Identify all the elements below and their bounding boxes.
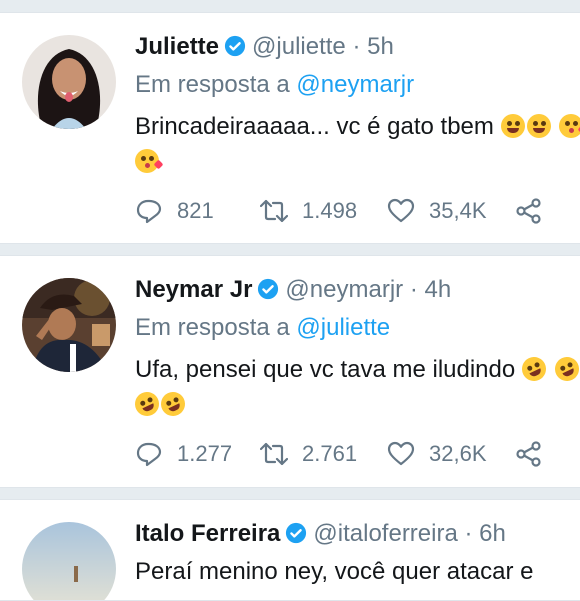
tweet-text: Peraí menino ney, você quer atacar e — [135, 557, 533, 587]
like-button[interactable]: 32,6K — [387, 436, 487, 472]
author-handle[interactable]: @italoferreira — [313, 520, 457, 547]
like-count: 32,6K — [429, 441, 487, 466]
tweet-actions: 821 1.498 35,4K — [135, 193, 580, 229]
share-button[interactable] — [515, 436, 557, 472]
retweet-button[interactable]: 2.761 — [260, 436, 357, 472]
reply-icon — [136, 442, 162, 467]
separator: · — [409, 276, 418, 303]
separator: · — [464, 520, 473, 547]
kissing-heart-emoji-icon — [559, 114, 580, 138]
author-handle[interactable]: @neymarjr — [285, 276, 403, 303]
reply-button[interactable]: 821 — [135, 193, 214, 229]
tweet-text: Ufa, pensei que vc tava me iludindo — [131, 352, 580, 422]
tweet-text-content: Ufa, pensei que vc tava me iludindo — [135, 356, 516, 383]
like-icon — [387, 441, 415, 466]
reply-prefix: Em resposta a — [135, 314, 290, 341]
tweet-header: Juliette @juliette · 5h — [135, 32, 394, 62]
reply-count: 821 — [177, 198, 214, 223]
retweet-button[interactable]: 1.498 — [260, 193, 357, 229]
timestamp[interactable]: 5h — [367, 33, 394, 60]
reply-context: Em resposta a @juliette — [135, 313, 390, 343]
kissing-heart-emoji-icon — [135, 149, 159, 173]
retweet-icon — [260, 199, 288, 223]
author-name[interactable]: Juliette — [135, 33, 219, 60]
rolling-laughing-emoji-icon — [550, 353, 580, 385]
rolling-laughing-emoji-icon — [517, 353, 550, 385]
reply-context: Em resposta a @neymarjr — [135, 70, 414, 100]
rolling-laughing-emoji-icon — [157, 388, 189, 420]
avatar[interactable] — [22, 278, 116, 372]
timestamp[interactable]: 6h — [479, 520, 506, 547]
share-icon — [516, 198, 541, 224]
tweet-text: Brincadeiraaaaa... vc é gato tbem — [135, 109, 580, 179]
retweet-count: 2.761 — [302, 441, 358, 466]
verified-badge-icon — [286, 522, 307, 544]
avatar[interactable] — [22, 35, 116, 129]
author-name[interactable]: Neymar Jr — [135, 276, 252, 303]
tweet-card[interactable]: Juliette @juliette · 5h Em resposta a @ne… — [0, 12, 580, 244]
tweet-header: Neymar Jr @neymarjr · 4h — [135, 275, 451, 305]
verified-badge-icon — [258, 278, 279, 300]
tweet-card[interactable]: Neymar Jr @neymarjr · 4h Em resposta a @j… — [0, 255, 580, 488]
author-name[interactable]: Italo Ferreira — [135, 520, 280, 547]
like-icon — [387, 198, 415, 223]
separator: · — [352, 33, 361, 60]
verified-badge-icon — [224, 35, 246, 57]
winking-tongue-emoji-icon — [500, 114, 525, 138]
avatar[interactable] — [22, 522, 116, 600]
like-count: 35,4K — [429, 198, 487, 223]
mention-link[interactable]: @neymarjr — [296, 71, 414, 98]
author-handle[interactable]: @juliette — [252, 33, 346, 60]
winking-tongue-emoji-icon — [526, 114, 551, 138]
reply-button[interactable]: 1.277 — [135, 436, 232, 472]
like-button[interactable]: 35,4K — [387, 193, 487, 229]
reply-count: 1.277 — [177, 441, 233, 466]
timestamp[interactable]: 4h — [424, 276, 451, 303]
reply-icon — [136, 199, 162, 224]
retweet-count: 1.498 — [302, 198, 358, 223]
tweet-actions: 1.277 2.761 32,6K — [135, 436, 580, 472]
share-button[interactable] — [515, 193, 557, 229]
tweet-card[interactable]: Italo Ferreira @italoferreira · 6h Peraí … — [0, 499, 580, 601]
rolling-laughing-emoji-icon — [131, 388, 163, 420]
tweet-text-content: Brincadeiraaaaa... vc é gato tbem — [135, 113, 494, 140]
share-icon — [516, 441, 541, 467]
reply-prefix: Em resposta a — [135, 71, 290, 98]
tweet-header: Italo Ferreira @italoferreira · 6h — [135, 519, 506, 549]
mention-link[interactable]: @juliette — [296, 314, 390, 341]
tweet-text-content: Peraí menino ney, você quer atacar e — [135, 558, 534, 585]
retweet-icon — [260, 442, 288, 466]
